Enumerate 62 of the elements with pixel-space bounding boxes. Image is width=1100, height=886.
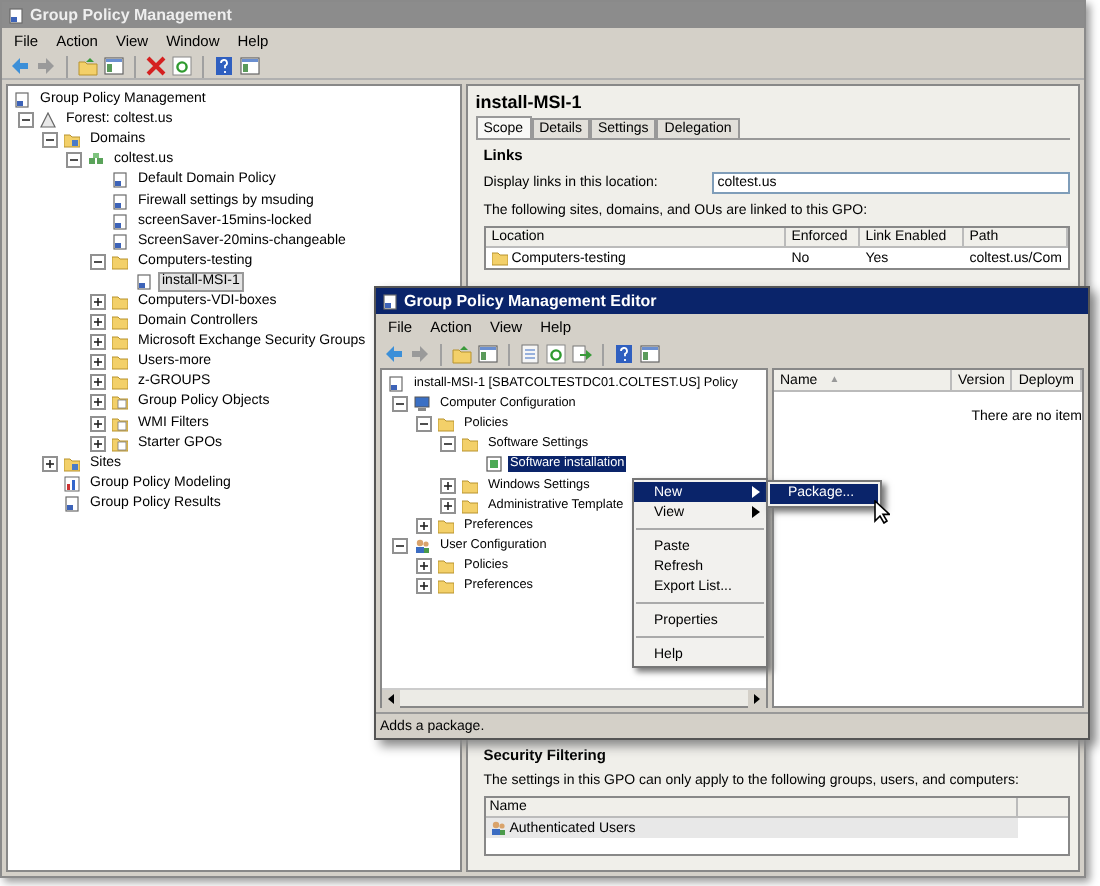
window-title: Group Policy Management: [30, 6, 232, 24]
window-title: Group Policy Management Editor: [404, 292, 657, 310]
expand-icon[interactable]: [416, 517, 432, 534]
document-icon: [112, 172, 128, 189]
expand-icon[interactable]: [90, 293, 106, 310]
users-icon: [414, 537, 430, 554]
delete-icon[interactable]: [146, 56, 166, 76]
details-title: install-MSI-1: [475, 92, 584, 114]
document-icon: [136, 273, 152, 290]
collapse-icon[interactable]: [440, 436, 456, 453]
document-icon: [382, 293, 398, 309]
collapse-icon[interactable]: [42, 132, 58, 149]
collapse-icon[interactable]: [90, 253, 106, 270]
document-icon: [112, 233, 128, 250]
collapse-icon[interactable]: [416, 416, 432, 433]
scroll-right-icon[interactable]: [748, 690, 766, 708]
document-icon: [8, 7, 24, 23]
expand-icon[interactable]: [416, 557, 432, 574]
collapse-icon[interactable]: [392, 537, 408, 554]
refresh-icon[interactable]: [172, 56, 192, 76]
expand-icon[interactable]: [416, 577, 432, 594]
document-icon: [112, 213, 128, 230]
folder-icon: [112, 435, 128, 452]
help-icon[interactable]: [214, 56, 234, 76]
export-icon[interactable]: [572, 344, 592, 364]
panel-icon[interactable]: [104, 56, 124, 76]
scroll-left-icon[interactable]: [382, 690, 400, 708]
box-icon: [486, 456, 502, 473]
document-icon: [14, 92, 30, 109]
computer-icon: [414, 396, 430, 413]
expand-icon[interactable]: [440, 477, 456, 494]
network-icon: [88, 152, 104, 169]
folder-icon: [64, 132, 80, 149]
document-icon: [388, 376, 404, 393]
horizontal-scrollbar[interactable]: [382, 688, 766, 706]
collapse-icon[interactable]: [18, 112, 34, 129]
expand-icon[interactable]: [90, 334, 106, 351]
collapse-icon[interactable]: [392, 396, 408, 413]
panel-icon[interactable]: [240, 56, 260, 76]
users-icon: [489, 820, 506, 836]
expand-icon[interactable]: [90, 415, 106, 432]
document-icon: [64, 495, 80, 512]
chart-icon: [64, 475, 80, 492]
expand-icon[interactable]: [42, 455, 58, 472]
document-icon: [112, 193, 128, 210]
folder-icon: [112, 394, 128, 411]
expand-icon[interactable]: [90, 354, 106, 371]
folder-icon: [64, 455, 80, 472]
expand-icon[interactable]: [90, 435, 106, 452]
panel-icon[interactable]: [640, 344, 660, 364]
expand-icon[interactable]: [90, 374, 106, 391]
folder-icon: [112, 253, 128, 270]
triangle-icon: [40, 112, 56, 129]
panel-icon[interactable]: [478, 344, 498, 364]
expand-icon[interactable]: [90, 314, 106, 331]
expand-icon[interactable]: [90, 394, 106, 411]
collapse-icon[interactable]: [66, 152, 82, 169]
cursor-icon: [874, 500, 890, 524]
refresh-icon[interactable]: [546, 344, 566, 364]
expand-icon[interactable]: [440, 497, 456, 514]
help-icon[interactable]: [614, 344, 634, 364]
folder-icon: [112, 415, 128, 432]
